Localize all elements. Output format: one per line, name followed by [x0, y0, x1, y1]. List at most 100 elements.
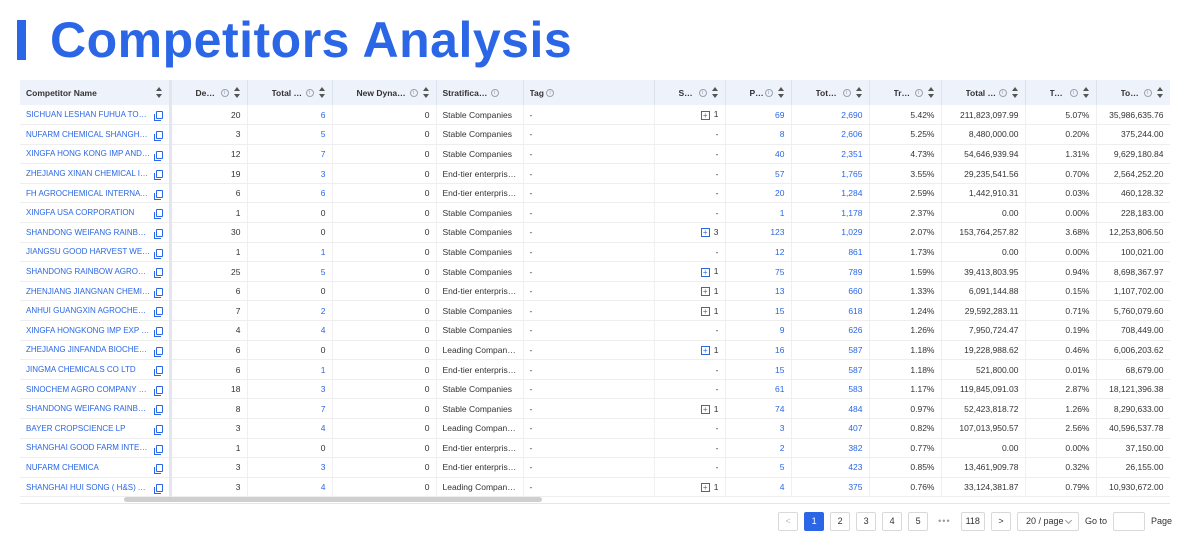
cell-total-trades[interactable]: 587: [791, 340, 870, 361]
goto-page-input[interactable]: [1112, 511, 1145, 531]
cell-specification[interactable]: +1: [654, 105, 726, 126]
cell-total-dynamic[interactable]: 1: [247, 242, 333, 263]
cell-competitor-name[interactable]: JIANGSU GOOD HARVEST WEIEN ...: [20, 242, 172, 263]
cell-purchase[interactable]: 123: [725, 222, 792, 243]
cell-total-trades[interactable]: 1,029: [791, 222, 870, 243]
column-header-destination[interactable]: Destinationi: [170, 80, 248, 105]
column-header-total-trades[interactable]: Total Trad...i: [791, 80, 870, 105]
page-button-3[interactable]: 3: [856, 511, 877, 531]
info-icon[interactable]: i: [490, 88, 499, 97]
expand-icon[interactable]: +: [700, 483, 710, 493]
cell-competitor-name[interactable]: BAYER CROPSCIENCE LP: [20, 418, 172, 439]
competitor-link[interactable]: BAYER CROPSCIENCE LP: [26, 424, 125, 433]
cell-purchase[interactable]: 12: [725, 242, 792, 263]
sort-icon[interactable]: [777, 87, 785, 98]
cell-total-dynamic[interactable]: 2: [247, 300, 333, 322]
info-icon[interactable]: i: [764, 88, 773, 97]
cell-total-dynamic[interactable]: 4: [247, 320, 333, 341]
cell-total-trades[interactable]: 2,351: [791, 144, 870, 165]
sort-icon[interactable]: [155, 87, 163, 98]
cell-competitor-name[interactable]: XINGFA HONG KONG IMP AND EX...: [20, 144, 172, 165]
competitor-link[interactable]: SHANDONG WEIFANG RAINBOW C...: [26, 404, 166, 413]
next-page-button[interactable]: >: [990, 511, 1011, 531]
cell-competitor-name[interactable]: ANHUI GUANGXIN AGROCHEMICA...: [20, 300, 172, 322]
info-icon[interactable]: i: [998, 88, 1007, 97]
info-icon[interactable]: i: [698, 88, 707, 97]
cell-total-trades[interactable]: 423: [791, 457, 870, 478]
cell-purchase[interactable]: 15: [725, 300, 792, 322]
copy-icon[interactable]: [153, 248, 163, 259]
cell-specification[interactable]: +1: [654, 340, 726, 361]
cell-purchase[interactable]: 15: [725, 359, 792, 380]
competitor-link[interactable]: SHANDONG WEIFANG RAINBOW C...: [26, 228, 166, 237]
copy-icon[interactable]: [153, 170, 163, 181]
info-icon[interactable]: i: [1143, 88, 1152, 97]
cell-specification[interactable]: +3: [654, 222, 726, 243]
cell-purchase[interactable]: 4: [725, 477, 792, 498]
cell-competitor-name[interactable]: SHANGHAI HUI SONG ( H&S) AGR...: [20, 477, 172, 498]
cell-total-dynamic[interactable]: 5: [247, 124, 333, 145]
competitor-link[interactable]: SINOCHEM AGRO COMPANY LIMI...: [26, 385, 161, 394]
cell-total-trades[interactable]: 861: [791, 242, 870, 263]
competitor-link[interactable]: XINGFA HONGKONG IMP EXP LIMI...: [26, 326, 164, 335]
cell-total-dynamic[interactable]: 3: [247, 379, 333, 400]
cell-total-trades[interactable]: 660: [791, 281, 870, 302]
cell-total-trades[interactable]: 2,606: [791, 124, 870, 145]
sort-icon[interactable]: [233, 87, 241, 98]
column-header-total-dynamic[interactable]: Total Dyna...i: [247, 80, 333, 105]
cell-competitor-name[interactable]: NUFARM CHEMICAL SHANGHAI C...: [20, 124, 172, 145]
copy-icon[interactable]: [153, 209, 163, 220]
column-header-new-dynamic[interactable]: New Dynamic N...i: [332, 80, 437, 105]
info-icon[interactable]: i: [220, 88, 229, 97]
page-size-select[interactable]: 20 / page: [1016, 511, 1079, 531]
cell-total-trades[interactable]: 484: [791, 398, 870, 419]
expand-icon[interactable]: +: [700, 306, 710, 316]
cell-purchase[interactable]: 5: [725, 457, 792, 478]
copy-icon[interactable]: [153, 307, 163, 318]
page-button-4[interactable]: 4: [882, 511, 903, 531]
cell-total-trades[interactable]: 1,765: [791, 163, 870, 184]
column-header-stratification[interactable]: Stratificationi: [436, 80, 524, 105]
cell-purchase[interactable]: 61: [725, 379, 792, 400]
copy-icon[interactable]: [153, 385, 163, 396]
cell-total-trades[interactable]: 789: [791, 261, 870, 282]
page-button-2[interactable]: 2: [830, 511, 851, 531]
copy-icon[interactable]: [153, 425, 163, 435]
competitor-link[interactable]: SHANGHAI HUI SONG ( H&S) AGR...: [26, 483, 162, 492]
competitor-link[interactable]: XINGFA HONG KONG IMP AND EX...: [26, 149, 161, 158]
cell-total-dynamic[interactable]: 7: [247, 144, 333, 165]
competitor-link[interactable]: XINGFA USA CORPORATION: [26, 208, 134, 217]
cell-competitor-name[interactable]: XINGFA HONGKONG IMP EXP LIMI...: [20, 320, 172, 341]
sort-icon[interactable]: [1156, 87, 1164, 98]
cell-competitor-name[interactable]: NUFARM CHEMICA: [20, 457, 172, 478]
competitor-link[interactable]: JINGMA CHEMICALS CO LTD: [26, 365, 136, 374]
cell-purchase[interactable]: 13: [725, 281, 792, 302]
competitor-link[interactable]: ZHEJIANG XINAN CHEMICAL IND...: [26, 169, 158, 178]
cell-total-dynamic[interactable]: 5: [247, 261, 333, 282]
copy-icon[interactable]: [153, 131, 163, 142]
cell-purchase[interactable]: 69: [725, 105, 792, 126]
cell-purchase[interactable]: 75: [725, 261, 792, 282]
last-page-button[interactable]: 118: [960, 511, 985, 531]
cell-purchase[interactable]: 40: [725, 144, 792, 165]
info-icon[interactable]: i: [914, 88, 923, 97]
sort-icon[interactable]: [1011, 87, 1019, 98]
info-icon[interactable]: i: [842, 88, 851, 97]
copy-icon[interactable]: [153, 150, 163, 161]
copy-icon[interactable]: [153, 268, 163, 279]
cell-total-dynamic[interactable]: 3: [247, 457, 333, 478]
cell-purchase[interactable]: 8: [725, 124, 792, 145]
column-header-trades-share[interactable]: Trades ...i: [869, 80, 942, 105]
cell-competitor-name[interactable]: ZHEJIANG JINFANDA BIOCHEMIC...: [20, 340, 172, 361]
cell-total-trades[interactable]: 583: [791, 379, 870, 400]
copy-icon[interactable]: [153, 229, 163, 240]
cell-total-trades[interactable]: 375: [791, 477, 870, 498]
expand-icon[interactable]: +: [700, 110, 710, 120]
copy-icon[interactable]: [153, 464, 163, 475]
column-header-total-quantity[interactable]: Total Qua...i: [1096, 80, 1170, 105]
copy-icon[interactable]: [153, 327, 163, 338]
cell-competitor-name[interactable]: SHANGHAI GOOD FARM INTERNA...: [20, 438, 172, 459]
cell-total-trades[interactable]: 407: [791, 418, 870, 439]
sort-icon[interactable]: [318, 87, 326, 98]
cell-total-dynamic[interactable]: 6: [247, 183, 333, 204]
